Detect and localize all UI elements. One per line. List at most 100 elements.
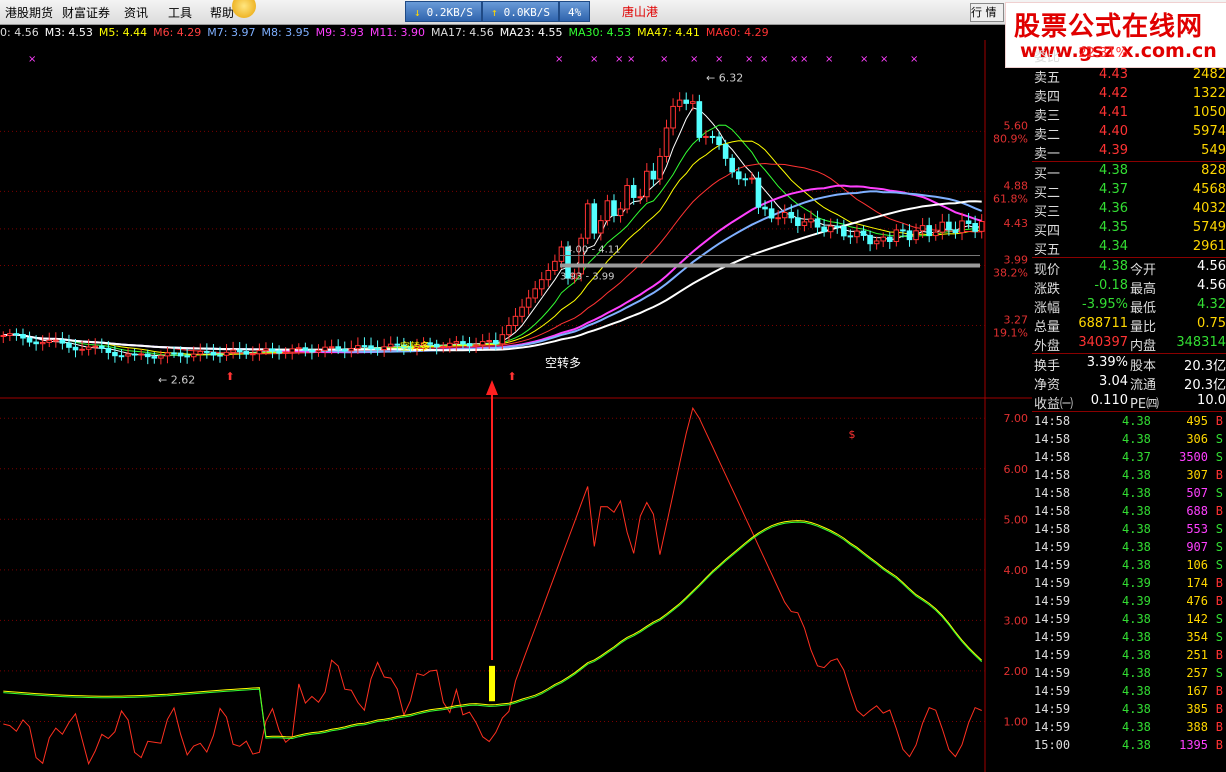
top-marker: × (615, 54, 623, 65)
low-label: ← 2.62 (158, 374, 195, 387)
candle-body (433, 343, 440, 348)
candle-body (171, 352, 177, 355)
candle-body (932, 231, 939, 237)
candle-body (7, 333, 13, 337)
candle-body (637, 196, 644, 199)
candle-body (118, 355, 125, 358)
candle-body (53, 339, 59, 342)
candle-body (558, 246, 565, 262)
price-axis-label: 3.99 (1004, 254, 1029, 267)
price-axis-label: 4.43 (1004, 217, 1029, 230)
ma-line (3, 107, 982, 357)
ask-row: 卖二 4.40 5974 (1034, 124, 1226, 143)
candle-body (131, 353, 138, 356)
top-marker: × (880, 54, 888, 65)
candle-body (512, 315, 519, 327)
candle-body (460, 341, 466, 345)
menu-hk-futures[interactable]: 港股期货 (5, 4, 53, 21)
indicator-axis-label: 1.00 (1004, 715, 1029, 728)
candle-body (473, 344, 479, 347)
candle-body (834, 225, 841, 228)
ma-legend-item: M9: 3.93 (315, 26, 364, 39)
candle-body (328, 346, 335, 349)
quote-button[interactable]: 行 情 (970, 3, 1004, 22)
menu-help[interactable]: 帮助 (210, 4, 234, 21)
chart-area[interactable]: 5.6080.9% 4.8861.8% 4.43 3.9938.2% 3.2719.1%… (0, 40, 1032, 772)
candle-body (387, 343, 394, 348)
ask-book: 卖五 4.43 2482 卖四 4.42 1322 卖三 4.41 1050 卖二 4.40 5974… (1032, 66, 1226, 162)
candle-body (814, 218, 821, 228)
stats-block: 现价 4.38 今开 4.56 涨跌 -0.18 最高 4.56 涨幅 -3.95% 最低 4.32 总… (1032, 258, 1226, 354)
candle-body (447, 342, 453, 347)
tick-row: 14:58 4.38 688 B (1034, 504, 1223, 518)
candle-body (368, 345, 374, 350)
tick-list[interactable]: 14:58 4.38 495 B 14:58 4.38 306 S 14:58 4.37 3500 S… (1032, 412, 1226, 754)
candle-body (742, 178, 749, 181)
candle-body (959, 220, 965, 234)
quote-panel: 委比 22.31% 卖五 4.43 2482 卖四 4.42 1322 卖三 4.41 1050… (1032, 46, 1226, 754)
candle-body (972, 223, 978, 232)
orb-icon[interactable] (232, 0, 256, 18)
top-marker: × (555, 54, 563, 65)
candle-body (801, 221, 808, 226)
ma-legend-item: M7: 3.97 (207, 26, 256, 39)
candle-body (952, 229, 959, 234)
candle-body (322, 346, 328, 351)
candle-body (584, 203, 591, 239)
bid-row: 买五 4.34 2961 (1034, 239, 1226, 258)
candle-body (880, 236, 887, 242)
cpu-percent: 4% (558, 1, 591, 22)
ma-legend: 0: 4.56 M3: 4.53 M5: 4.44 M6: 4.29 M7: 3.97 M… (0, 26, 775, 39)
menu-broker[interactable]: 财富证券 (62, 4, 110, 21)
tick-row: 14:58 4.38 307 B (1034, 468, 1223, 482)
ma-legend-item: M3: 4.53 (44, 26, 93, 39)
menu-news[interactable]: 资讯 (124, 4, 148, 21)
candle-body (860, 230, 867, 236)
candle-body (13, 333, 20, 336)
tick-row: 14:59 4.38 167 B (1034, 684, 1223, 698)
candle-body (532, 288, 538, 299)
ma-legend-item: M8: 3.95 (261, 26, 310, 39)
candle-body (722, 144, 729, 159)
candle-body (906, 230, 913, 241)
candle-body (177, 352, 184, 357)
candle-body (20, 333, 26, 339)
candle-body (946, 221, 952, 231)
candle-body (538, 279, 545, 290)
indicator-axis-label: 2.00 (1004, 665, 1029, 678)
candle-body (506, 325, 512, 336)
candle-body (775, 217, 781, 220)
candle-body (197, 350, 204, 355)
tick-row: 14:59 4.38 257 S (1034, 666, 1223, 680)
tick-row: 14:59 4.38 907 S (1034, 540, 1223, 554)
candle-body (630, 185, 637, 198)
candle-body (355, 345, 361, 350)
candle-body (223, 351, 230, 356)
candle-body (230, 349, 236, 353)
candle-body (939, 221, 946, 233)
top-marker: × (860, 54, 868, 65)
candle-body (184, 355, 190, 358)
ma-line (3, 140, 982, 356)
candle-body (919, 225, 926, 232)
tick-row: 14:58 4.37 3500 S (1034, 450, 1223, 464)
menu-tools[interactable]: 工具 (168, 4, 192, 21)
candle-body (735, 171, 742, 180)
candle-body (762, 206, 768, 210)
signal-label: 空转多 (545, 355, 581, 370)
candle-body (453, 341, 460, 344)
tick-row: 15:00 4.38 1395 B (1034, 738, 1223, 752)
stats-block-2: 换手 3.39% 股本 20.3亿 净资 3.04 流通 20.3亿 收益㈠ 0.110 PE㈣ 10… (1032, 354, 1226, 412)
candle-body (821, 226, 827, 233)
candle-body (0, 335, 7, 337)
candle-body (269, 348, 276, 352)
candle-body (867, 234, 873, 245)
candle-body (217, 354, 223, 357)
candle-body (486, 340, 493, 343)
price-axis-label: 5.60 (1004, 119, 1029, 132)
ma-line (3, 200, 982, 352)
bid-row: 买一 4.38 828 (1034, 163, 1226, 182)
candle-body (341, 348, 348, 352)
candle-body (657, 155, 663, 180)
candle-body (689, 101, 696, 104)
